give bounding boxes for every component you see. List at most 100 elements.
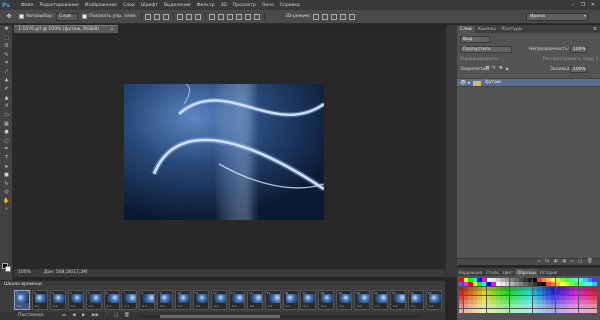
brush-tool-icon[interactable]: ✐ (0, 85, 13, 94)
healing-brush-tool-icon[interactable]: ✚ (0, 77, 13, 86)
tab-channels[interactable]: Каналы (475, 26, 499, 33)
dodge-tool-icon[interactable]: ○ (0, 137, 13, 146)
timeline-frame[interactable]: 24 0,1 (425, 290, 442, 310)
frame-delay[interactable]: 0,1 (393, 304, 398, 308)
propagate-frame-label[interactable]: Распространить кадр 1 (543, 57, 599, 62)
timeline-frame[interactable]: 6 0,1 (103, 290, 120, 310)
fx-icon[interactable]: fx (545, 259, 549, 264)
frame-delay[interactable]: 0,1 (178, 304, 183, 308)
lock-pixels-icon[interactable]: ✎ (492, 66, 496, 71)
3d-scale-icon[interactable] (349, 13, 356, 20)
swatch-grid[interactable] (459, 278, 598, 318)
clone-stamp-tool-icon[interactable]: ▲ (0, 94, 13, 103)
align-bottom-icon[interactable] (162, 13, 169, 20)
menu-item[interactable]: Просмотр (230, 3, 259, 8)
autoselect-checkbox[interactable] (19, 14, 24, 19)
workspace-dropdown[interactable]: Ирина (526, 13, 588, 21)
3d-roll-icon[interactable] (322, 13, 329, 20)
timeline-frame[interactable]: 19 0,1 (336, 290, 353, 310)
timeline-frame[interactable]: 11 0,1 (193, 290, 209, 310)
frame-delay[interactable]: 0,1 (303, 304, 308, 308)
color-swatch[interactable] (592, 291, 597, 296)
move-tool-icon[interactable]: ✥ (3, 12, 15, 22)
timeline-frame[interactable]: 20 0,1 (354, 290, 371, 310)
timeline-frame[interactable]: 10 0,1 (175, 290, 192, 310)
move-tool-icon[interactable]: ✥ (0, 25, 13, 34)
align-center-icon[interactable] (185, 13, 192, 20)
lasso-tool-icon[interactable]: ʘ (0, 42, 13, 51)
document-tab[interactable]: 1-1076.gif @ 100% (футаж, RGB/8) × (14, 25, 118, 33)
minimize-button[interactable]: – (568, 1, 578, 9)
next-frame-icon[interactable]: ▶▶ (92, 313, 99, 318)
background-color-swatch[interactable] (5, 266, 11, 272)
frame-delay[interactable]: 0,1 (53, 304, 58, 308)
timeline-frame[interactable]: 1 0,1 (14, 290, 30, 310)
tab-history[interactable]: История (538, 269, 560, 276)
3d-drag-icon[interactable] (331, 13, 338, 20)
distribute-left-icon[interactable] (235, 13, 242, 20)
menu-item[interactable]: Изображение (82, 3, 120, 8)
frame-delay[interactable]: 0,1 (89, 304, 94, 308)
timeline-frame[interactable]: 13 0,1 (228, 290, 245, 310)
distribute-bottom-icon[interactable] (226, 13, 233, 20)
frame-delay[interactable]: 0,1 (214, 304, 219, 308)
frame-delay[interactable]: 0,1 (321, 304, 326, 308)
timeline-frame[interactable]: 23 0,1 (407, 290, 424, 310)
lock-transparent-icon[interactable]: ▦ (485, 66, 489, 71)
play-icon[interactable]: ▶ (82, 313, 85, 318)
timeline-frame[interactable]: 2 0,1 (31, 290, 48, 310)
align-right-icon[interactable] (194, 13, 201, 20)
tab-adjustments[interactable]: Коррекция (457, 269, 484, 276)
chevron-right-icon[interactable]: ▸ (468, 80, 471, 86)
color-swatch[interactable] (592, 286, 597, 291)
menu-item[interactable]: Файл (18, 3, 36, 8)
history-brush-tool-icon[interactable]: ↺ (0, 102, 13, 111)
adjustment-icon[interactable]: ◑ (562, 259, 566, 264)
link-icon[interactable]: ∞ (537, 259, 541, 264)
timeline-frame[interactable]: 3 0,1 (49, 290, 66, 310)
frame-delay[interactable]: 0,1 (232, 304, 237, 308)
frame-delay[interactable]: 0,1 (107, 304, 112, 308)
shape-tool-icon[interactable]: ■ (0, 171, 13, 180)
tab-styles[interactable]: Стили (484, 269, 501, 276)
frame-delay[interactable]: 0,1 (268, 304, 273, 308)
filter-kind-dropdown[interactable]: Вид (460, 36, 490, 43)
eye-icon[interactable]: 👁︎ (460, 80, 466, 86)
close-icon[interactable]: × (110, 26, 114, 33)
trash-icon[interactable]: 🗑︎ (124, 313, 130, 318)
pen-tool-icon[interactable]: ✒ (0, 145, 13, 154)
menu-item[interactable]: Окно (259, 3, 277, 8)
frame-delay[interactable]: 0,1 (142, 304, 147, 308)
gradient-tool-icon[interactable]: ▦ (0, 120, 13, 129)
mask-icon[interactable]: ◐ (554, 259, 558, 264)
frame-delay[interactable]: 0,1 (411, 304, 416, 308)
align-middle-icon[interactable] (153, 13, 160, 20)
quick-select-tool-icon[interactable]: ✎ (0, 51, 13, 60)
color-swatch[interactable] (592, 300, 597, 304)
color-swatch[interactable] (592, 278, 597, 282)
prev-frame-icon[interactable]: ◀ (72, 313, 75, 318)
tab-layers[interactable]: Слои (457, 26, 475, 33)
color-swatch[interactable] (592, 282, 597, 287)
frame-delay[interactable]: 0,1 (375, 304, 380, 308)
tab-paths[interactable]: Контуры (499, 26, 526, 33)
show-transform-checkbox[interactable] (82, 14, 88, 19)
timeline-frame[interactable]: 17 0,1 (300, 290, 317, 310)
blend-mode-dropdown[interactable]: Пропустить (460, 46, 512, 53)
blur-tool-icon[interactable]: ● (0, 128, 13, 137)
zoom-level[interactable]: 100% (18, 269, 31, 277)
loop-dropdown[interactable]: Постоянно (18, 313, 43, 318)
3d-rotate-tool-icon[interactable]: ↻ (0, 180, 13, 189)
timeline-frame[interactable]: 12 0,1 (210, 290, 227, 310)
3d-rotate-icon[interactable] (313, 13, 320, 20)
frame-delay[interactable]: 0,1 (196, 304, 201, 308)
3d-slide-icon[interactable] (340, 13, 347, 20)
tab-swatches[interactable]: Образцы (515, 269, 538, 276)
restore-button[interactable]: ❐ (578, 1, 588, 9)
menu-item[interactable]: Фильтр (194, 3, 218, 8)
distribute-top-icon[interactable] (208, 13, 215, 20)
menu-item[interactable]: Шрифт (138, 3, 161, 8)
path-select-tool-icon[interactable]: ➤ (0, 163, 13, 172)
frame-delay[interactable]: 0,1 (35, 304, 40, 308)
color-swatch[interactable] (592, 308, 597, 313)
